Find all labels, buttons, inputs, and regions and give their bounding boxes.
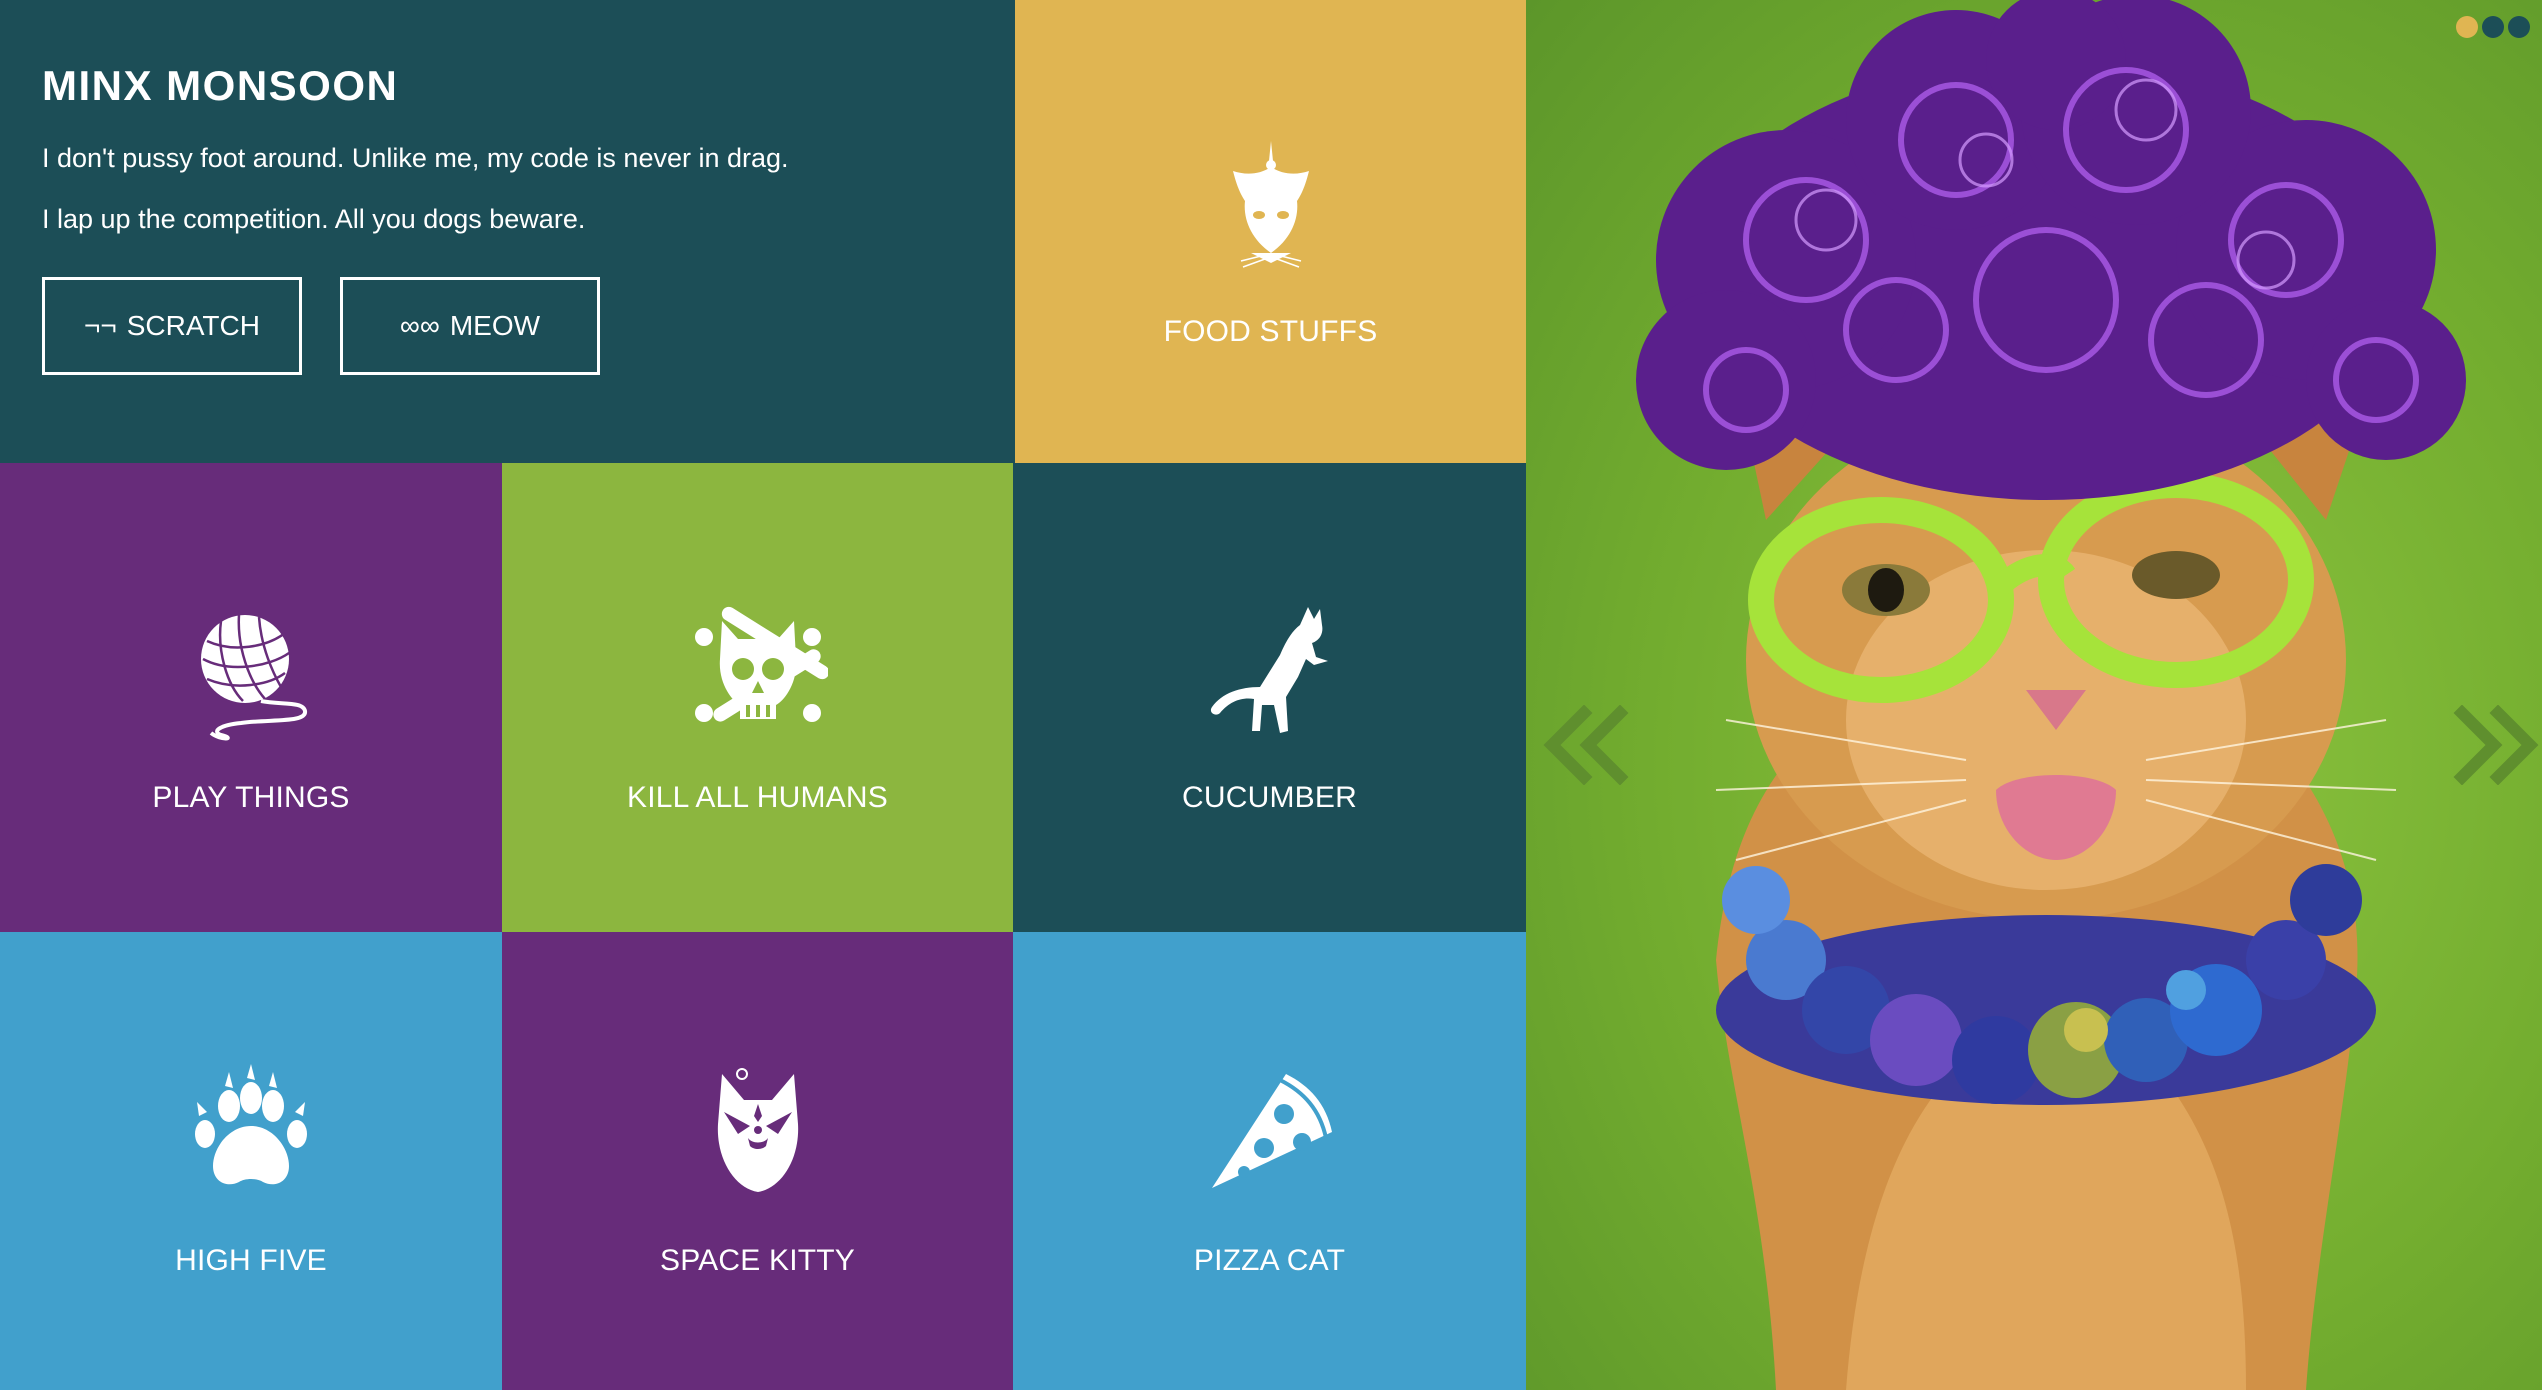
tile-high-five[interactable]: HIGH FIVE bbox=[0, 932, 502, 1390]
cat-in-purple-wig-photo bbox=[1636, 0, 2466, 1390]
cat-fish-icon bbox=[1201, 135, 1341, 275]
scratch-button[interactable]: ¬¬ SCRATCH bbox=[42, 277, 302, 375]
action-buttons: ¬¬ SCRATCH ∞∞ MEOW bbox=[42, 277, 1015, 375]
chevron-double-right-icon[interactable] bbox=[2452, 704, 2542, 786]
hero-slider bbox=[1526, 0, 2542, 1390]
tile-cucumber[interactable]: CUCUMBER bbox=[1013, 463, 1526, 932]
meow-glyph: ∞∞ bbox=[399, 310, 440, 341]
tile-high-five-label: HIGH FIVE bbox=[175, 1244, 327, 1277]
tile-cucumber-label: CUCUMBER bbox=[1182, 780, 1357, 814]
tile-kill-all-humans-label: KILL ALL HUMANS bbox=[627, 780, 888, 814]
slider-dot-3[interactable] bbox=[2508, 16, 2530, 38]
tile-kill-all-humans[interactable]: KILL ALL HUMANS bbox=[502, 463, 1013, 932]
meow-label: MEOW bbox=[449, 310, 541, 341]
tile-play-things-label: PLAY THINGS bbox=[152, 780, 350, 814]
space-cat-icon bbox=[688, 1064, 828, 1204]
slider-dots bbox=[2456, 16, 2530, 38]
tagline-2: I lap up the competition. All you dogs b… bbox=[42, 204, 586, 234]
page-title: MINX MONSOON bbox=[42, 62, 399, 109]
tile-space-kitty-label: SPACE KITTY bbox=[659, 1244, 856, 1277]
meow-button[interactable]: ∞∞ MEOW bbox=[340, 277, 600, 375]
tile-food-stuffs[interactable]: FOOD STUFFS bbox=[1015, 0, 1526, 463]
tagline-1: I don't pussy foot around. Unlike me, my… bbox=[42, 143, 789, 173]
tile-pizza-cat[interactable]: PIZZA CAT bbox=[1013, 932, 1526, 1390]
paw-icon bbox=[181, 1064, 321, 1204]
chevron-double-left-icon[interactable] bbox=[1540, 704, 1630, 786]
intro-panel: MINX MONSOON I don't pussy foot around. … bbox=[0, 0, 1015, 463]
slider-dot-2[interactable] bbox=[2482, 16, 2504, 38]
tile-pizza-cat-label: PIZZA CAT bbox=[1193, 1244, 1346, 1277]
leaping-cat-icon bbox=[1200, 601, 1340, 741]
cat-skull-icon bbox=[688, 601, 828, 741]
yarn-ball-icon bbox=[181, 601, 321, 741]
tile-food-stuffs-label: FOOD STUFFS bbox=[1163, 314, 1378, 348]
tile-play-things[interactable]: PLAY THINGS bbox=[0, 463, 502, 932]
pizza-slice-icon bbox=[1200, 1064, 1340, 1204]
tile-space-kitty[interactable]: SPACE KITTY bbox=[502, 932, 1013, 1390]
app: MINX MONSOON I don't pussy foot around. … bbox=[0, 0, 2542, 1390]
scratch-glyph: ¬¬ bbox=[84, 310, 117, 341]
slider-dot-1[interactable] bbox=[2456, 16, 2478, 38]
scratch-label: SCRATCH bbox=[126, 310, 260, 341]
